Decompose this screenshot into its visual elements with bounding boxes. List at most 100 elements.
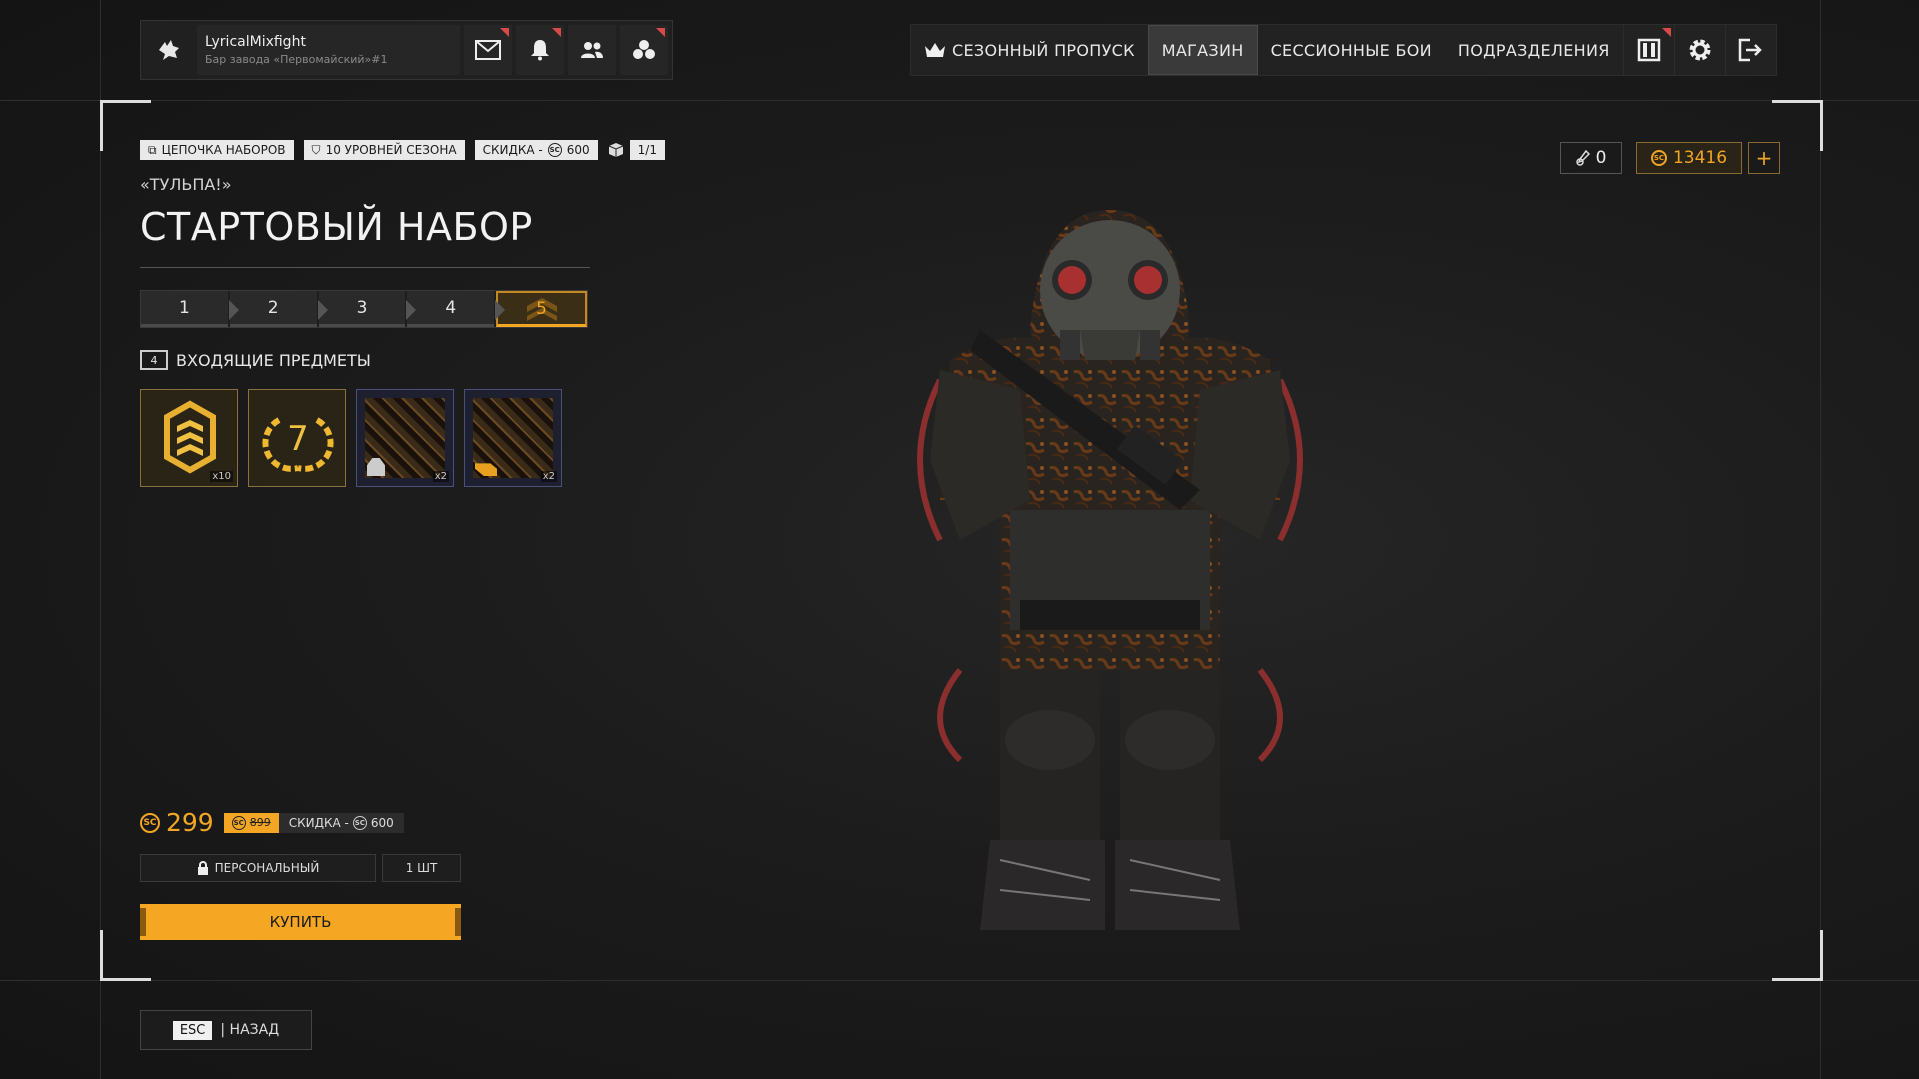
avatar[interactable] bbox=[141, 22, 197, 78]
chevron-right-icon bbox=[228, 300, 239, 320]
old-price: SC 899 bbox=[223, 812, 279, 833]
notification-flag bbox=[656, 28, 665, 37]
quantity-label: 1 ШТ bbox=[405, 861, 438, 875]
profile-nickname: LyricalMixfight bbox=[205, 34, 306, 50]
frame-corner-br bbox=[1772, 930, 1823, 981]
back-label: | НАЗАД bbox=[220, 1022, 280, 1038]
personal-label: ПЕРСОНАЛЬНЫЙ bbox=[214, 861, 320, 875]
included-header: 4 ВХОДЯЩИЕ ПРЕДМЕТЫ bbox=[140, 350, 371, 370]
step-2[interactable]: 2 bbox=[229, 291, 328, 327]
step-label: 5 bbox=[536, 298, 547, 319]
squad-icon bbox=[633, 40, 655, 59]
price-discount-label: СКИДКА - bbox=[288, 815, 349, 830]
notifications-button[interactable] bbox=[516, 25, 564, 75]
nav-shop-label: МАГАЗИН bbox=[1161, 40, 1244, 60]
current-price-value: 299 bbox=[166, 808, 214, 837]
notification-flag bbox=[552, 28, 561, 37]
tag-count-value: 1/1 bbox=[629, 140, 665, 160]
tag-season-levels-label: 10 УРОВНЕЙ СЕЗОНА bbox=[325, 143, 457, 157]
included-item[interactable]: x2 bbox=[464, 389, 562, 487]
item-quantity: x2 bbox=[432, 471, 449, 482]
level-number: 7 bbox=[287, 419, 309, 459]
friends-icon bbox=[581, 42, 603, 58]
sc-coin-icon: SC bbox=[140, 812, 160, 833]
top-nav: СЕЗОННЫЙ ПРОПУСК МАГАЗИН СЕССИОННЫЕ БОИ … bbox=[910, 24, 1777, 76]
back-button[interactable]: ESC | НАЗАД bbox=[140, 1010, 312, 1050]
item-quantity: x2 bbox=[540, 471, 557, 482]
tokens-value: 0 bbox=[1595, 148, 1607, 168]
profile-club: Бар завода «Первомайский»#1 bbox=[205, 53, 388, 66]
sc-coin-icon: SC bbox=[1650, 150, 1667, 166]
tokens-balance: 0 bbox=[1560, 142, 1622, 174]
price-discount: СКИДКА - SC 600 bbox=[278, 812, 404, 833]
nav-shop[interactable]: МАГАЗИН bbox=[1147, 25, 1258, 75]
friends-button[interactable] bbox=[568, 25, 616, 75]
nav-session-battles[interactable]: СЕССИОННЫЕ БОИ bbox=[1258, 25, 1445, 75]
exit-icon bbox=[1738, 38, 1762, 62]
bundle-steps: 1 2 3 4 5 bbox=[140, 290, 588, 328]
frame-line-top bbox=[0, 100, 1919, 101]
notification-flag bbox=[500, 28, 509, 37]
character-model bbox=[917, 210, 1303, 930]
page-title: СТАРТОВЫЙ НАБОР bbox=[140, 205, 533, 249]
buy-button[interactable]: КУПИТЬ bbox=[140, 904, 461, 940]
item-quantity: x10 bbox=[210, 471, 233, 482]
sc-coin-icon: SC bbox=[547, 143, 562, 157]
rank-icon: ⛉ bbox=[311, 142, 321, 157]
nav-season-pass[interactable]: СЕЗОННЫЙ ПРОПУСК bbox=[911, 25, 1148, 75]
step-3[interactable]: 3 bbox=[318, 291, 417, 327]
personal-option[interactable]: ПЕРСОНАЛЬНЫЙ bbox=[140, 854, 376, 882]
price-discount-value: 600 bbox=[370, 815, 394, 830]
included-count: 4 bbox=[140, 350, 168, 370]
included-item[interactable]: x2 bbox=[356, 389, 454, 487]
chevron-right-icon bbox=[317, 300, 328, 320]
tag-discount-label: СКИДКА - bbox=[482, 143, 543, 157]
sc-coin-icon: SC bbox=[352, 815, 367, 830]
step-1[interactable]: 1 bbox=[141, 291, 239, 327]
mail-button[interactable] bbox=[464, 25, 512, 75]
step-4[interactable]: 4 bbox=[407, 291, 506, 327]
button-edge bbox=[140, 908, 146, 936]
frame-line-left bbox=[100, 0, 101, 1079]
tag-discount-value: 600 bbox=[566, 143, 590, 157]
box-icon bbox=[608, 143, 623, 157]
title-divider bbox=[140, 267, 590, 268]
included-item[interactable]: x10 bbox=[140, 389, 238, 487]
chevron-right-icon bbox=[406, 300, 417, 320]
nav-units[interactable]: ПОДРАЗДЕЛЕНИЯ bbox=[1445, 25, 1623, 75]
add-coins-button[interactable]: + bbox=[1748, 142, 1780, 174]
nav-units-label: ПОДРАЗДЕЛЕНИЯ bbox=[1457, 40, 1610, 60]
lock-icon bbox=[197, 861, 208, 875]
settings-button[interactable] bbox=[1673, 25, 1725, 75]
coins-balance: SC 13416 bbox=[1636, 142, 1742, 174]
exit-button[interactable] bbox=[1724, 25, 1776, 75]
profile-bar: LyricalMixfight Бар завода «Первомайский… bbox=[140, 20, 673, 80]
squad-button[interactable] bbox=[620, 25, 668, 75]
sc-coin-icon: SC bbox=[231, 815, 246, 830]
price-row: SC 299 SC 899 СКИДКА - SC 600 bbox=[140, 808, 404, 837]
chain-icon: ⧉ bbox=[148, 142, 157, 157]
tag-discount: СКИДКА - SC 600 bbox=[474, 140, 598, 160]
step-label: 1 bbox=[178, 297, 190, 318]
button-edge bbox=[455, 908, 461, 936]
included-items: x10 7 x2 x2 bbox=[140, 389, 562, 487]
tag-season-levels: ⛉ 10 УРОВНЕЙ СЕЗОНА bbox=[303, 140, 465, 160]
quantity-selector[interactable]: 1 ШТ bbox=[382, 854, 461, 882]
nav-season-pass-label: СЕЗОННЫЙ ПРОПУСК bbox=[952, 40, 1135, 60]
old-price-value: 899 bbox=[249, 816, 271, 829]
chevron-right-icon bbox=[495, 300, 506, 320]
buy-label: КУПИТЬ bbox=[269, 913, 332, 931]
price-discount-group: SC 899 СКИДКА - SC 600 bbox=[223, 812, 404, 833]
esc-key: ESC bbox=[172, 1020, 213, 1040]
step-label: 4 bbox=[445, 297, 457, 318]
book-icon bbox=[1637, 38, 1660, 62]
guide-button[interactable] bbox=[1622, 25, 1674, 75]
crown-icon bbox=[925, 43, 945, 57]
included-label: ВХОДЯЩИЕ ПРЕДМЕТЫ bbox=[176, 350, 371, 370]
included-item[interactable]: 7 bbox=[248, 389, 346, 487]
step-5[interactable]: 5 bbox=[496, 291, 587, 327]
nav-session-battles-label: СЕССИОННЫЕ БОИ bbox=[1270, 40, 1432, 60]
profile-names[interactable]: LyricalMixfight Бар завода «Первомайский… bbox=[197, 25, 460, 75]
notification-flag bbox=[1661, 28, 1671, 37]
step-label: 3 bbox=[356, 297, 368, 318]
